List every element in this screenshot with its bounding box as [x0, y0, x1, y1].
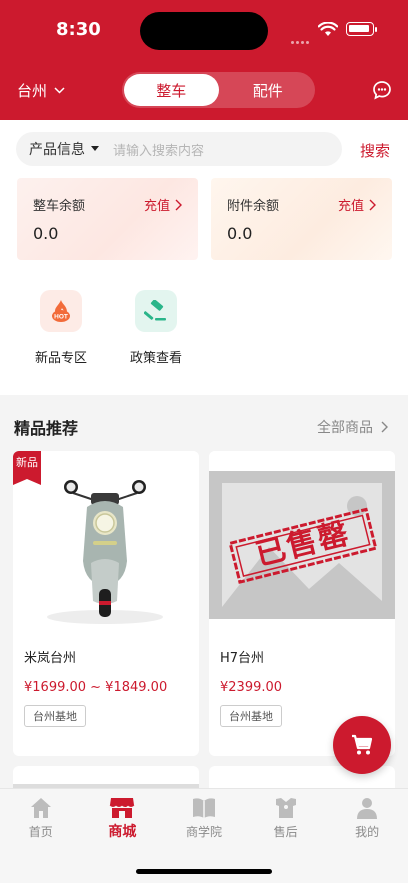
chevron-down-icon: [54, 87, 65, 94]
new-badge: 新品: [13, 451, 41, 485]
chevron-right-icon: [175, 199, 182, 210]
tab-me[interactable]: 我的: [326, 789, 408, 883]
cart-icon: [352, 734, 373, 755]
battery-tip: [375, 27, 377, 32]
product-name: H7台州: [220, 651, 265, 666]
product-tag: 台州基地: [220, 705, 282, 727]
signal-dots-icon: [291, 29, 313, 44]
product-card[interactable]: 新品 米岚台州 ¥1699.00 ~ ¥1849.00 台州基地: [13, 451, 199, 756]
balance-title: 附件余额: [227, 199, 280, 214]
balance-value: 0.0: [227, 224, 253, 243]
vehicle-balance-card: 整车余额 充值 0.0: [17, 178, 198, 260]
tab-vehicle[interactable]: 整车: [124, 74, 219, 106]
wifi-icon: [318, 22, 338, 36]
recharge-label: 充值: [143, 199, 170, 214]
main-panel: 产品信息 请输入搜索内容 搜索 整车余额 充值 0.0 附件余额 充值 0.0: [0, 120, 408, 395]
home-icon: [30, 798, 51, 818]
balance-title: 整车余额: [33, 199, 86, 214]
tab-label: 首页: [28, 825, 53, 839]
message-icon[interactable]: [372, 80, 392, 100]
cart-button[interactable]: [333, 716, 391, 774]
product-card[interactable]: 已售罄 H7台州 ¥2399.00 台州基地: [209, 451, 395, 756]
search-category[interactable]: 产品信息: [29, 139, 85, 159]
quick-link-label: 新品专区: [34, 351, 87, 366]
search-input[interactable]: 请输入搜索内容: [113, 140, 204, 159]
all-products-label: 全部商品: [317, 420, 373, 436]
gavel-icon: [135, 290, 177, 332]
tab-home[interactable]: 首页: [0, 789, 82, 883]
recharge-button[interactable]: 充值: [338, 195, 376, 214]
product-name: 米岚台州: [24, 651, 77, 666]
tab-label: 商城: [108, 824, 137, 840]
user-icon: [357, 798, 378, 819]
chevron-right-icon: [381, 421, 388, 433]
hot-icon: HOT: [40, 290, 82, 332]
parts-balance-card: 附件余额 充值 0.0: [211, 178, 392, 260]
quick-link-new-products[interactable]: HOT 新品专区: [21, 290, 101, 366]
city-label: 台州: [17, 82, 48, 100]
search-bar[interactable]: 产品信息 请输入搜索内容: [16, 132, 342, 166]
product-tag: 台州基地: [24, 705, 86, 727]
chevron-right-icon: [369, 199, 376, 210]
product-price: ¥1699.00 ~ ¥1849.00: [24, 680, 168, 695]
book-icon: [192, 798, 215, 818]
tab-parts[interactable]: 配件: [221, 72, 316, 108]
dynamic-island: [140, 12, 268, 50]
home-indicator: [136, 869, 272, 874]
header: 8:30 台州 整车 配件: [0, 0, 408, 120]
recharge-label: 充值: [337, 199, 364, 214]
product-price: ¥2399.00: [220, 680, 283, 695]
all-products-link[interactable]: 全部商品: [317, 417, 388, 437]
status-time: 8:30: [56, 19, 101, 40]
tab-label: 售后: [273, 825, 298, 839]
caret-down-icon: [91, 146, 99, 151]
city-selector[interactable]: 台州: [17, 80, 65, 101]
quick-link-policy[interactable]: 政策查看: [116, 290, 196, 366]
battery-icon: [346, 22, 374, 36]
tab-label: 商学院: [185, 825, 222, 839]
app-screen: 8:30 台州 整车 配件 产品信息 请输入搜索内容 搜索 整车余额 充值 0.…: [0, 0, 408, 883]
category-switch: 整车 配件: [122, 72, 315, 108]
quick-link-label: 政策查看: [129, 351, 182, 366]
tab-label: 我的: [355, 825, 380, 839]
balance-value: 0.0: [33, 224, 59, 243]
svg-text:HOT: HOT: [54, 314, 68, 321]
section-title: 精品推荐: [14, 419, 79, 438]
recharge-button[interactable]: 充值: [144, 195, 182, 214]
search-button[interactable]: 搜索: [360, 140, 390, 161]
shop-icon: [110, 798, 135, 818]
service-icon: [275, 798, 296, 818]
